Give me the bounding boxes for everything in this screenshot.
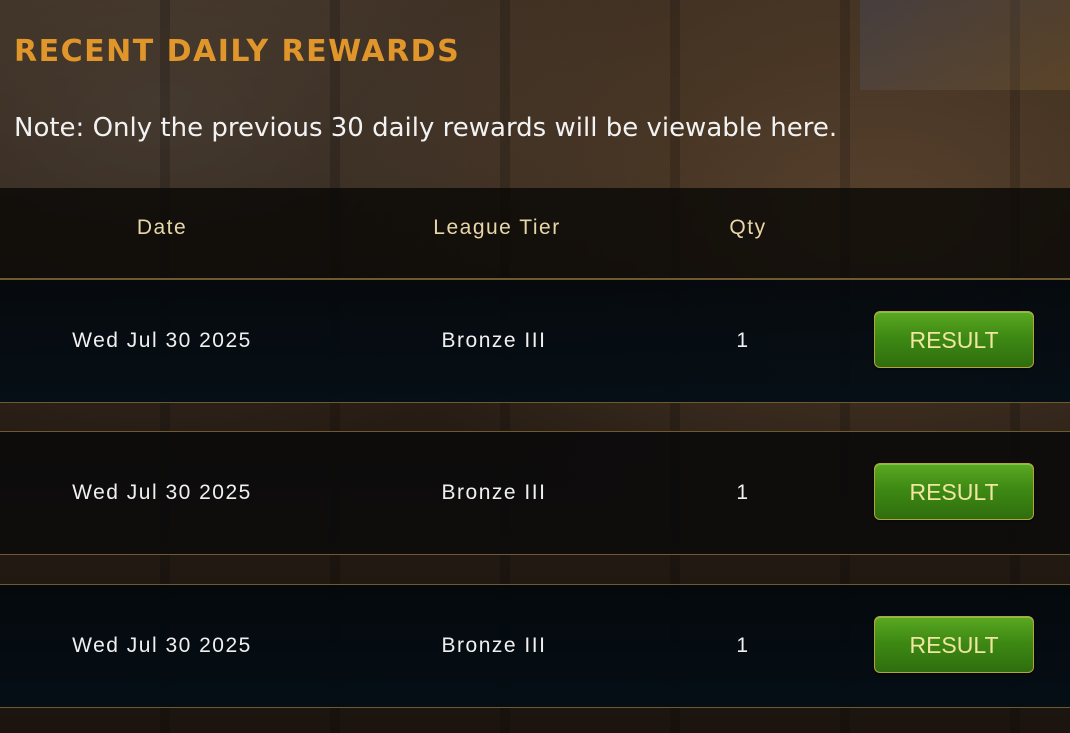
result-button[interactable]: RESULT xyxy=(874,616,1034,673)
row-date: Wed Jul 30 2025 xyxy=(72,481,252,504)
row-league-tier: Bronze III xyxy=(441,481,547,504)
table-row: Wed Jul 30 2025 Bronze III 1 RESULT xyxy=(0,279,1070,403)
result-button[interactable]: RESULT xyxy=(874,463,1034,520)
row-date: Wed Jul 30 2025 xyxy=(72,329,252,352)
table-row: Wed Jul 30 2025 Bronze III 1 RESULT xyxy=(0,431,1070,555)
table-header: Date League Tier Qty xyxy=(0,188,1070,279)
page-title: RECENT DAILY REWARDS xyxy=(14,34,461,69)
column-header-date: Date xyxy=(136,216,188,239)
column-header-league-tier: League Tier xyxy=(433,216,561,239)
table-row: Wed Jul 30 2025 Bronze III 1 RESULT xyxy=(0,584,1070,708)
row-league-tier: Bronze III xyxy=(441,634,547,657)
rewards-note: Note: Only the previous 30 daily rewards… xyxy=(14,113,838,143)
row-qty: 1 xyxy=(736,634,750,657)
row-league-tier: Bronze III xyxy=(441,329,547,352)
row-qty: 1 xyxy=(736,481,750,504)
row-date: Wed Jul 30 2025 xyxy=(72,634,252,657)
result-button[interactable]: RESULT xyxy=(874,311,1034,368)
column-header-qty: Qty xyxy=(729,216,767,239)
background-window xyxy=(860,0,1070,90)
row-qty: 1 xyxy=(736,329,750,352)
